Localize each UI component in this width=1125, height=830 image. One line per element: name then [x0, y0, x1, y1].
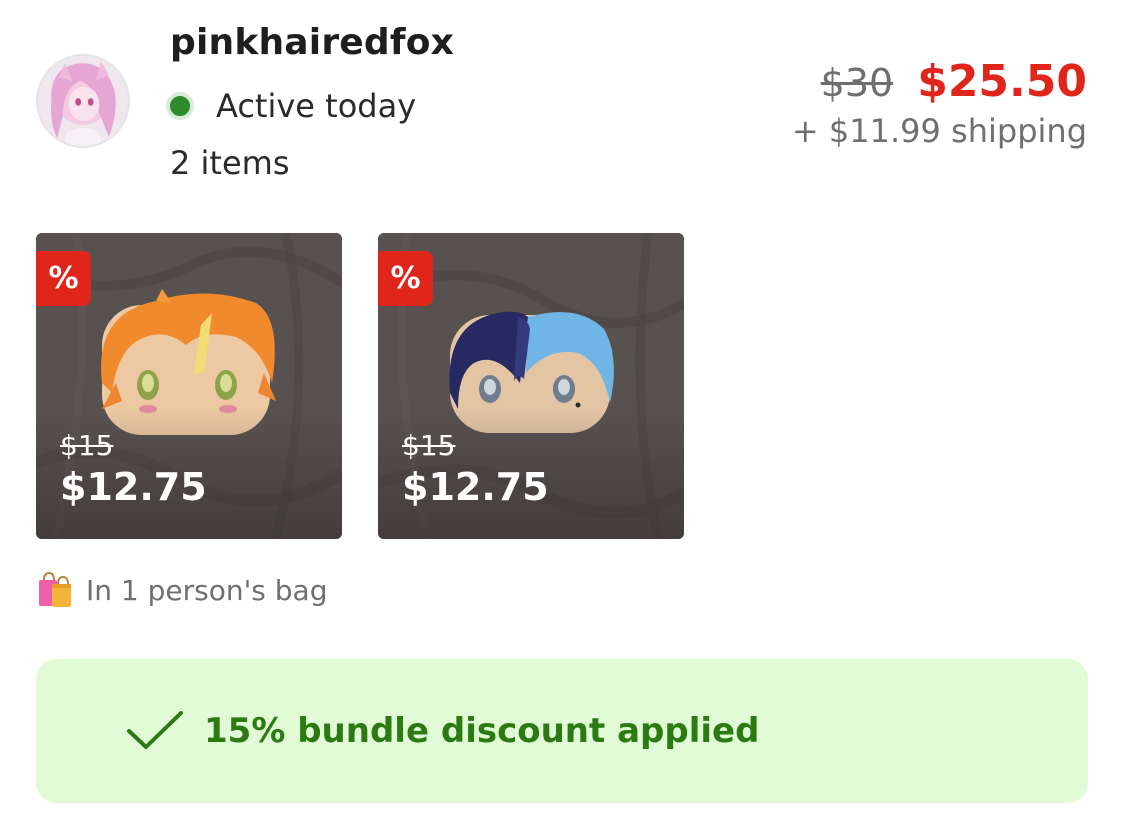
bundle-sale-price: $25.50 [917, 56, 1087, 107]
avatar-image [38, 56, 128, 146]
bundle-original-price: $30 [820, 61, 894, 105]
bundle-discount-banner: 15% bundle discount applied [36, 659, 1088, 803]
item-sale-price: $12.75 [60, 465, 207, 509]
bag-count-text: In 1 person's bag [86, 573, 328, 607]
item-tile[interactable]: % $15 $12.75 [378, 233, 684, 539]
discount-badge-icon: % [378, 251, 433, 306]
shipping-cost: + $11.99 shipping [791, 112, 1087, 150]
item-original-price: $15 [402, 429, 456, 462]
shopping-bags-icon [38, 572, 72, 608]
discount-badge-icon: % [36, 251, 91, 306]
seller-avatar[interactable] [36, 54, 130, 148]
seller-username[interactable]: pinkhairedfox [170, 22, 454, 63]
bag-count-row: In 1 person's bag [38, 570, 328, 610]
item-sale-price: $12.75 [402, 465, 549, 509]
bundle-discount-text: 15% bundle discount applied [204, 711, 760, 751]
bundle-price: $30 $25.50 [821, 56, 1087, 107]
check-icon [126, 709, 184, 751]
active-status-label: Active today [216, 87, 417, 125]
items-count: 2 items [170, 144, 290, 182]
active-status: Active today [166, 86, 416, 126]
item-tile[interactable]: % $15 $12.75 [36, 233, 342, 539]
active-status-dot-icon [166, 92, 194, 120]
item-original-price: $15 [60, 429, 114, 462]
